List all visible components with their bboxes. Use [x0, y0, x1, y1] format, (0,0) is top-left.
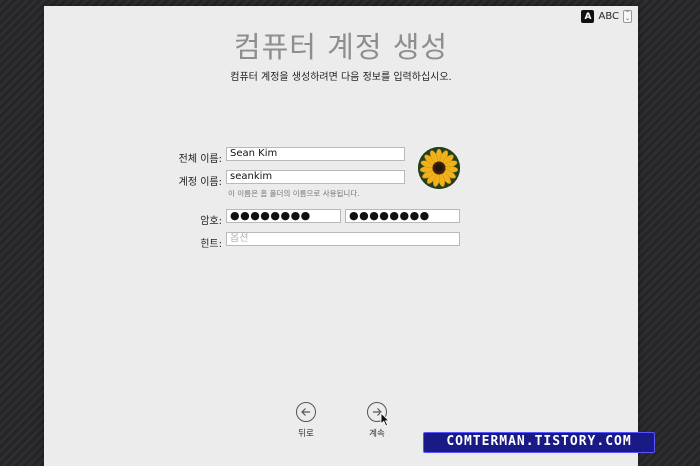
hint-field[interactable]: 옵션 [226, 232, 460, 246]
continue-label: 계속 [369, 429, 385, 439]
user-picture[interactable] [418, 147, 460, 189]
input-source-icon: A [581, 10, 595, 23]
account-name-label: 계정 이름: [178, 177, 222, 188]
account-name-field[interactable]: seankim [226, 170, 405, 184]
input-source-label: ABC [598, 11, 619, 22]
hint-label: 힌트: [200, 239, 222, 250]
back-label: 뒤로 [298, 429, 314, 439]
full-name-field[interactable]: Sean Kim [226, 147, 405, 161]
mouse-cursor-icon [380, 412, 390, 427]
setup-assistant-window: A ABC ⌃ ⌄ 컴퓨터 계정 생성 컴퓨터 계정을 생성하려면 다음 정보를 … [44, 6, 638, 466]
password-label: 암호: [200, 216, 222, 227]
chevron-updown-icon: ⌃ ⌄ [623, 10, 632, 23]
page-title: 컴퓨터 계정 생성 [233, 30, 449, 64]
verify-password-field[interactable]: ●●●●●●●● [345, 209, 460, 223]
arrow-left-icon [296, 402, 316, 422]
back-button[interactable]: 뒤로 [294, 402, 318, 439]
password-field[interactable]: ●●●●●●●● [226, 209, 341, 223]
account-name-hint: 이 이름은 홈 폴더의 이름으로 사용됩니다. [228, 189, 360, 198]
full-name-label: 전체 이름: [178, 154, 222, 165]
sunflower-icon [418, 147, 460, 189]
input-source-menu[interactable]: A ABC ⌃ ⌄ [581, 10, 632, 23]
watermark: COMTERMAN.TISTORY.COM [423, 432, 655, 453]
page-subtitle: 컴퓨터 계정을 생성하려면 다음 정보를 입력하십시오. [230, 72, 452, 83]
